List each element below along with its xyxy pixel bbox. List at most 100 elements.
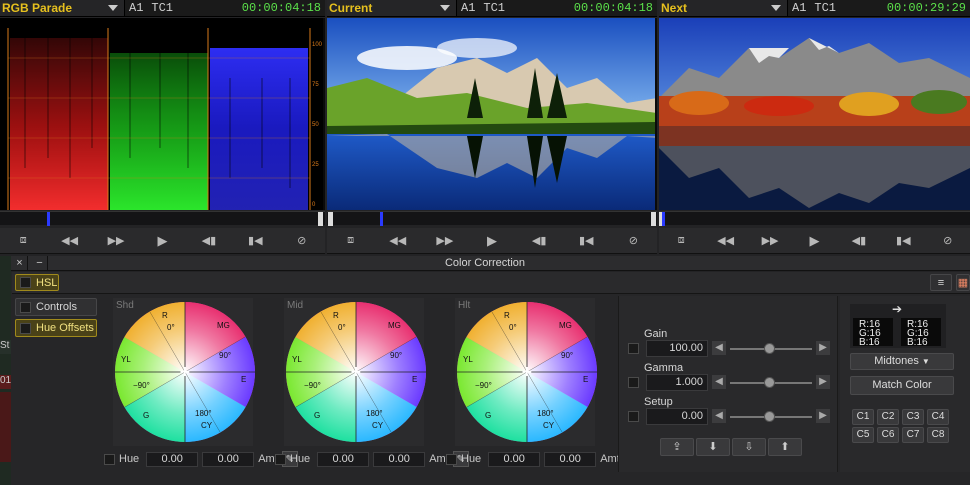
gamma-checkbox[interactable]: [628, 377, 639, 388]
setup-checkbox[interactable]: [628, 411, 639, 422]
tab-hsl[interactable]: HSL: [15, 274, 59, 291]
increase-arrow-icon[interactable]: ▶: [816, 409, 830, 423]
timecode-display[interactable]: A1 TC1 00:00:04:18: [457, 0, 657, 16]
decrease-arrow-icon[interactable]: ◀: [712, 375, 726, 389]
crosshair-icon[interactable]: +: [350, 364, 362, 380]
wheel-mark-0: 0°: [167, 323, 175, 332]
checkbox[interactable]: [20, 277, 31, 288]
hue-field[interactable]: 0.00: [146, 451, 199, 467]
timecode-display[interactable]: A1 TC1 00:00:04:18: [125, 0, 325, 16]
prev-edit-icon[interactable]: ◀▮: [193, 232, 225, 250]
close-icon[interactable]: ×: [12, 256, 28, 271]
decrease-arrow-icon[interactable]: ◀: [712, 341, 726, 355]
increase-arrow-icon[interactable]: ▶: [816, 375, 830, 389]
controls-option[interactable]: Controls: [15, 298, 97, 316]
crosshair-icon[interactable]: +: [521, 364, 533, 380]
gain-thumb[interactable]: [764, 343, 775, 354]
trim-handle[interactable]: [651, 212, 656, 226]
prev-edit-icon[interactable]: ◀▮: [843, 232, 875, 250]
download-icon[interactable]: ⬇: [696, 438, 730, 456]
minimize-icon[interactable]: −: [32, 256, 48, 271]
fast-forward-icon[interactable]: ▶▶: [754, 232, 786, 250]
crosshair-icon[interactable]: +: [179, 364, 191, 380]
gamma-field[interactable]: 1.000: [646, 374, 708, 391]
hue-field[interactable]: 0.00: [317, 451, 370, 467]
bucket-c6[interactable]: C6: [877, 427, 899, 443]
bucket-c8[interactable]: C8: [927, 427, 949, 443]
stop-icon[interactable]: ⊘: [932, 232, 964, 250]
hue-checkbox[interactable]: [104, 453, 115, 465]
setup-thumb[interactable]: [764, 411, 775, 422]
target-color-swatch[interactable]: R:16 G:16 B:16: [901, 318, 941, 348]
next-edit-icon[interactable]: ▮◀: [887, 232, 919, 250]
decrease-arrow-icon[interactable]: ◀: [712, 409, 726, 423]
stop-icon[interactable]: ⊘: [617, 232, 649, 250]
rewind-icon[interactable]: ◀◀: [54, 232, 86, 250]
viewer-mode-menu[interactable]: RGB Parade: [0, 0, 125, 16]
hue-label: Hue: [119, 453, 140, 465]
source-color-swatch[interactable]: R:16 G:16 B:16: [853, 318, 893, 348]
hue-checkbox[interactable]: [275, 453, 286, 465]
play-icon[interactable]: ▶: [798, 232, 830, 250]
tile-icon[interactable]: ⧈: [335, 232, 367, 250]
amount-field[interactable]: 0.00: [202, 451, 255, 467]
hsl-toolbar: [12, 272, 970, 294]
timeline-scrub-bar[interactable]: [327, 211, 657, 226]
playhead-marker[interactable]: [380, 212, 383, 226]
amount-field[interactable]: 0.00: [373, 451, 426, 467]
play-icon[interactable]: ▶: [146, 232, 178, 250]
viewer-mode-menu[interactable]: Current: [327, 0, 457, 16]
wheel-mark-0: 0°: [338, 323, 346, 332]
fast-forward-icon[interactable]: ▶▶: [429, 232, 461, 250]
tile-icon[interactable]: ⧈: [7, 232, 39, 250]
next-edit-icon[interactable]: ▮◀: [570, 232, 602, 250]
shadows-hue-wheel[interactable]: R MG YL E G CY 0° 90° −90° 180° +: [113, 300, 258, 445]
chevron-down-icon: [108, 5, 118, 11]
panel-title-bar: × − Color Correction: [0, 256, 970, 271]
gamma-thumb[interactable]: [764, 377, 775, 388]
hue-offsets-checkbox[interactable]: [20, 322, 31, 334]
hue-checkbox[interactable]: [446, 453, 457, 465]
tile-icon[interactable]: ⧈: [665, 232, 697, 250]
range-dropdown[interactable]: Midtones ▼: [850, 353, 954, 370]
controls-checkbox[interactable]: [20, 301, 31, 313]
toolbar-grid-icon[interactable]: ▦: [956, 274, 970, 291]
gain-checkbox[interactable]: [628, 343, 639, 354]
midtones-hue-wheel[interactable]: R MG YL E G CY 0° 90° −90° 180° +: [284, 300, 429, 445]
stop-icon[interactable]: ⊘: [286, 232, 318, 250]
timeline-scrub-bar[interactable]: [659, 211, 970, 226]
bucket-c5[interactable]: C5: [852, 427, 874, 443]
playhead-marker[interactable]: [662, 212, 665, 226]
increase-arrow-icon[interactable]: ▶: [816, 341, 830, 355]
wheel-mark-g: G: [314, 411, 320, 420]
upload-icon[interactable]: ⬆: [768, 438, 802, 456]
setup-field[interactable]: 0.00: [646, 408, 708, 425]
bucket-c1[interactable]: C1: [852, 409, 874, 425]
gain-field[interactable]: 100.00: [646, 340, 708, 357]
setup-label: Setup: [644, 396, 673, 408]
trim-handle[interactable]: [328, 212, 333, 226]
play-icon[interactable]: ▶: [476, 232, 508, 250]
save-to-bin-icon[interactable]: ⇪: [660, 438, 694, 456]
highlights-hue-wheel[interactable]: R MG YL E G CY 0° 90° −90° 180° +: [455, 300, 600, 445]
rewind-icon[interactable]: ◀◀: [710, 232, 742, 250]
prev-edit-icon[interactable]: ◀▮: [523, 232, 555, 250]
hue-offsets-option[interactable]: Hue Offsets: [15, 319, 97, 337]
bucket-c4[interactable]: C4: [927, 409, 949, 425]
viewer-mode-menu[interactable]: Next: [659, 0, 788, 16]
next-edit-icon[interactable]: ▮◀: [239, 232, 271, 250]
rewind-icon[interactable]: ◀◀: [382, 232, 414, 250]
amount-field[interactable]: 0.00: [544, 451, 597, 467]
trim-handle[interactable]: [318, 212, 323, 226]
bucket-c2[interactable]: C2: [877, 409, 899, 425]
match-color-button[interactable]: Match Color: [850, 376, 954, 395]
hue-field[interactable]: 0.00: [488, 451, 541, 467]
timecode-display[interactable]: A1 TC1 00:00:29:29: [788, 0, 970, 16]
fast-forward-icon[interactable]: ▶▶: [100, 232, 132, 250]
toolbar-settings-icon[interactable]: ≡: [930, 274, 952, 291]
bucket-c7[interactable]: C7: [902, 427, 924, 443]
bucket-c3[interactable]: C3: [902, 409, 924, 425]
load-from-bin-icon[interactable]: ⇩: [732, 438, 766, 456]
playhead-marker[interactable]: [47, 212, 50, 226]
timeline-scrub-bar[interactable]: [0, 211, 325, 226]
